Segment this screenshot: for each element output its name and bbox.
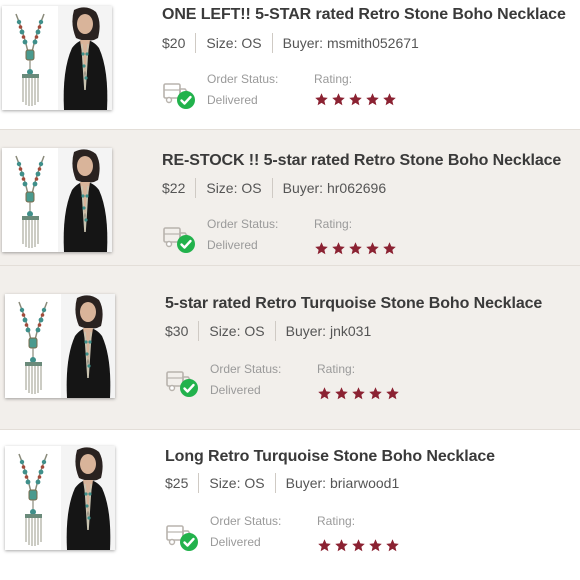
- rating-stars: [314, 92, 397, 107]
- star-icon: [332, 242, 345, 255]
- star-icon: [386, 387, 399, 400]
- star-icon: [332, 93, 345, 106]
- order-row[interactable]: ONE LEFT!! 5-STAR rated Retro Stone Boho…: [0, 0, 580, 130]
- rating-stars: [317, 538, 400, 553]
- buyer-name[interactable]: hr062696: [327, 180, 386, 196]
- star-icon: [383, 93, 396, 106]
- price: $20: [162, 35, 186, 51]
- star-icon: [352, 539, 365, 552]
- size-value: OS: [244, 323, 265, 339]
- price: $30: [165, 323, 189, 339]
- delivered-truck-icon: [162, 80, 196, 110]
- delivered-truck-icon: [165, 368, 199, 398]
- size-value: OS: [241, 35, 262, 51]
- order-meta: $25 Size: OS Buyer: briarwood1: [165, 473, 399, 493]
- order-status-value: Delivered: [210, 383, 261, 397]
- listing-title[interactable]: RE-STOCK !! 5-star rated Retro Stone Boh…: [162, 152, 561, 170]
- product-thumbnail[interactable]: [5, 446, 115, 550]
- order-status-value: Delivered: [207, 238, 258, 252]
- order-status-label: Order Status:: [210, 362, 282, 376]
- star-icon: [369, 539, 382, 552]
- divider: [195, 178, 197, 198]
- size-value: OS: [241, 180, 262, 196]
- buyer-name[interactable]: briarwood1: [330, 475, 399, 491]
- rating-label: Rating:: [317, 362, 356, 376]
- price: $25: [165, 475, 189, 491]
- star-icon: [315, 93, 328, 106]
- star-icon: [335, 387, 348, 400]
- order-row[interactable]: RE-STOCK !! 5-star rated Retro Stone Boh…: [0, 130, 580, 266]
- size-label: Size:: [209, 475, 241, 491]
- star-icon: [335, 539, 348, 552]
- divider: [274, 321, 276, 341]
- order-status-label: Order Status:: [207, 217, 279, 231]
- order-meta: $30 Size: OS Buyer: jnk031: [165, 321, 371, 341]
- rating-stars: [314, 241, 397, 256]
- size-label: Size:: [206, 35, 238, 51]
- listing-title[interactable]: 5-star rated Retro Turquoise Stone Boho …: [165, 295, 542, 313]
- star-icon: [349, 242, 362, 255]
- order-meta: $22 Size: OS Buyer: hr062696: [162, 178, 386, 198]
- divider: [271, 178, 273, 198]
- star-icon: [318, 387, 331, 400]
- size-label: Size:: [206, 180, 238, 196]
- buyer-name[interactable]: msmith052671: [327, 35, 419, 51]
- divider: [274, 473, 276, 493]
- divider: [271, 33, 273, 53]
- divider: [198, 321, 200, 341]
- star-icon: [349, 93, 362, 106]
- rating-stars: [317, 386, 400, 401]
- star-icon: [369, 387, 382, 400]
- star-icon: [386, 539, 399, 552]
- buyer-name[interactable]: jnk031: [330, 323, 371, 339]
- product-thumbnail[interactable]: [5, 294, 115, 398]
- buyer-label: Buyer:: [282, 180, 324, 196]
- product-thumbnail[interactable]: [2, 148, 112, 252]
- listing-title[interactable]: Long Retro Turquoise Stone Boho Necklace: [165, 448, 495, 466]
- delivered-truck-icon: [165, 522, 199, 552]
- rating-label: Rating:: [317, 514, 356, 528]
- order-status-value: Delivered: [207, 93, 258, 107]
- buyer-label: Buyer:: [285, 475, 327, 491]
- buyer-label: Buyer:: [282, 35, 324, 51]
- size-label: Size:: [209, 323, 241, 339]
- star-icon: [352, 387, 365, 400]
- star-icon: [366, 242, 379, 255]
- divider: [198, 473, 200, 493]
- rating-label: Rating:: [314, 217, 353, 231]
- star-icon: [318, 539, 331, 552]
- order-status-label: Order Status:: [210, 514, 282, 528]
- order-meta: $20 Size: OS Buyer: msmith052671: [162, 33, 419, 53]
- divider: [195, 33, 197, 53]
- buyer-label: Buyer:: [285, 323, 327, 339]
- price: $22: [162, 180, 186, 196]
- product-thumbnail[interactable]: [2, 6, 112, 110]
- star-icon: [383, 242, 396, 255]
- delivered-truck-icon: [162, 224, 196, 254]
- order-list: ONE LEFT!! 5-STAR rated Retro Stone Boho…: [0, 0, 580, 580]
- listing-title[interactable]: ONE LEFT!! 5-STAR rated Retro Stone Boho…: [162, 6, 566, 24]
- order-status-value: Delivered: [210, 535, 261, 549]
- order-row[interactable]: Long Retro Turquoise Stone Boho Necklace…: [0, 430, 580, 580]
- star-icon: [315, 242, 328, 255]
- size-value: OS: [244, 475, 265, 491]
- star-icon: [366, 93, 379, 106]
- order-status-label: Order Status:: [207, 72, 279, 86]
- order-row[interactable]: 5-star rated Retro Turquoise Stone Boho …: [0, 266, 580, 430]
- rating-label: Rating:: [314, 72, 353, 86]
